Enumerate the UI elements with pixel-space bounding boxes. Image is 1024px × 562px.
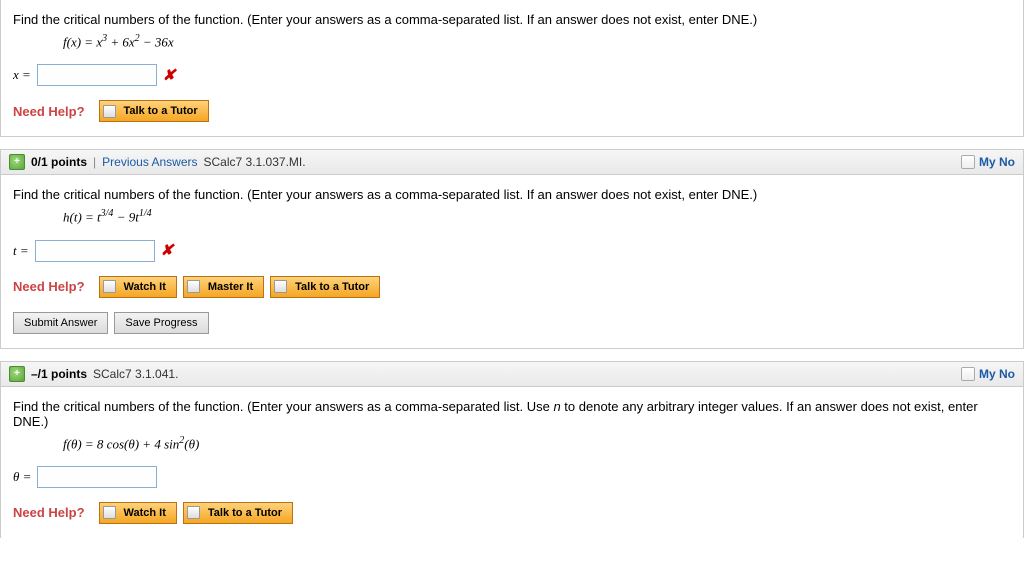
incorrect-icon: ✘ (163, 66, 176, 85)
need-help-label: Need Help? (13, 279, 85, 294)
question-3-prompt: Find the critical numbers of the functio… (13, 399, 1011, 429)
question-2-action-row: Submit Answer Save Progress (13, 312, 1011, 334)
incorrect-icon: ✘ (161, 241, 174, 260)
question-1-help-row: Need Help? Talk to a Tutor (13, 100, 1011, 122)
question-3-formula: f(θ) = 8 cos(θ) + 4 sin2(θ) (63, 435, 1011, 452)
question-1-body: Find the critical numbers of the functio… (1, 0, 1023, 136)
points-label: 0/1 points (31, 155, 87, 169)
my-notes-label: My No (979, 367, 1015, 381)
need-help-label: Need Help? (13, 505, 85, 520)
question-1-formula: f(x) = x3 + 6x2 − 36x (63, 33, 1011, 50)
save-progress-button[interactable]: Save Progress (114, 312, 208, 334)
question-3-answer-line: θ = (13, 466, 1011, 488)
my-notes-link[interactable]: My No (961, 367, 1015, 381)
expand-icon[interactable]: + (9, 366, 25, 382)
question-1-answer-input[interactable] (37, 64, 157, 86)
expand-icon[interactable]: + (9, 154, 25, 170)
question-1-var-label: x = (13, 67, 31, 83)
master-it-button[interactable]: Master It (183, 276, 264, 298)
talk-to-tutor-button[interactable]: Talk to a Tutor (99, 100, 209, 122)
my-notes-label: My No (979, 155, 1015, 169)
question-2-formula: h(t) = t3/4 − 9t1/4 (63, 208, 1011, 225)
notes-icon (961, 155, 975, 169)
points-label: –/1 points (31, 367, 87, 381)
question-1: Find the critical numbers of the functio… (0, 0, 1024, 137)
watch-it-button[interactable]: Watch It (99, 276, 177, 298)
question-3-body: Find the critical numbers of the functio… (1, 387, 1023, 538)
submit-answer-button[interactable]: Submit Answer (13, 312, 108, 334)
talk-to-tutor-button[interactable]: Talk to a Tutor (270, 276, 380, 298)
question-2-answer-line: t = ✘ (13, 240, 1011, 262)
notes-icon (961, 367, 975, 381)
question-1-prompt: Find the critical numbers of the functio… (13, 12, 1011, 27)
separator: | (93, 155, 96, 169)
question-2: + 0/1 points | Previous Answers SCalc7 3… (0, 149, 1024, 348)
question-3-header: + –/1 points SCalc7 3.1.041. My No (1, 362, 1023, 387)
question-3-var-label: θ = (13, 469, 31, 485)
question-3: + –/1 points SCalc7 3.1.041. My No Find … (0, 361, 1024, 538)
question-1-answer-line: x = ✘ (13, 64, 1011, 86)
my-notes-link[interactable]: My No (961, 155, 1015, 169)
header-left: + 0/1 points | Previous Answers SCalc7 3… (9, 154, 306, 170)
question-source: SCalc7 3.1.041. (93, 367, 178, 381)
question-3-help-row: Need Help? Watch It Talk to a Tutor (13, 502, 1011, 524)
previous-answers-link[interactable]: Previous Answers (102, 155, 197, 169)
question-2-body: Find the critical numbers of the functio… (1, 175, 1023, 347)
header-left: + –/1 points SCalc7 3.1.041. (9, 366, 178, 382)
talk-to-tutor-button[interactable]: Talk to a Tutor (183, 502, 293, 524)
question-source: SCalc7 3.1.037.MI. (204, 155, 306, 169)
watch-it-button[interactable]: Watch It (99, 502, 177, 524)
question-2-prompt: Find the critical numbers of the functio… (13, 187, 1011, 202)
question-3-answer-input[interactable] (37, 466, 157, 488)
question-2-var-label: t = (13, 243, 29, 259)
need-help-label: Need Help? (13, 104, 85, 119)
question-2-answer-input[interactable] (35, 240, 155, 262)
question-2-header: + 0/1 points | Previous Answers SCalc7 3… (1, 150, 1023, 175)
question-2-help-row: Need Help? Watch It Master It Talk to a … (13, 276, 1011, 298)
